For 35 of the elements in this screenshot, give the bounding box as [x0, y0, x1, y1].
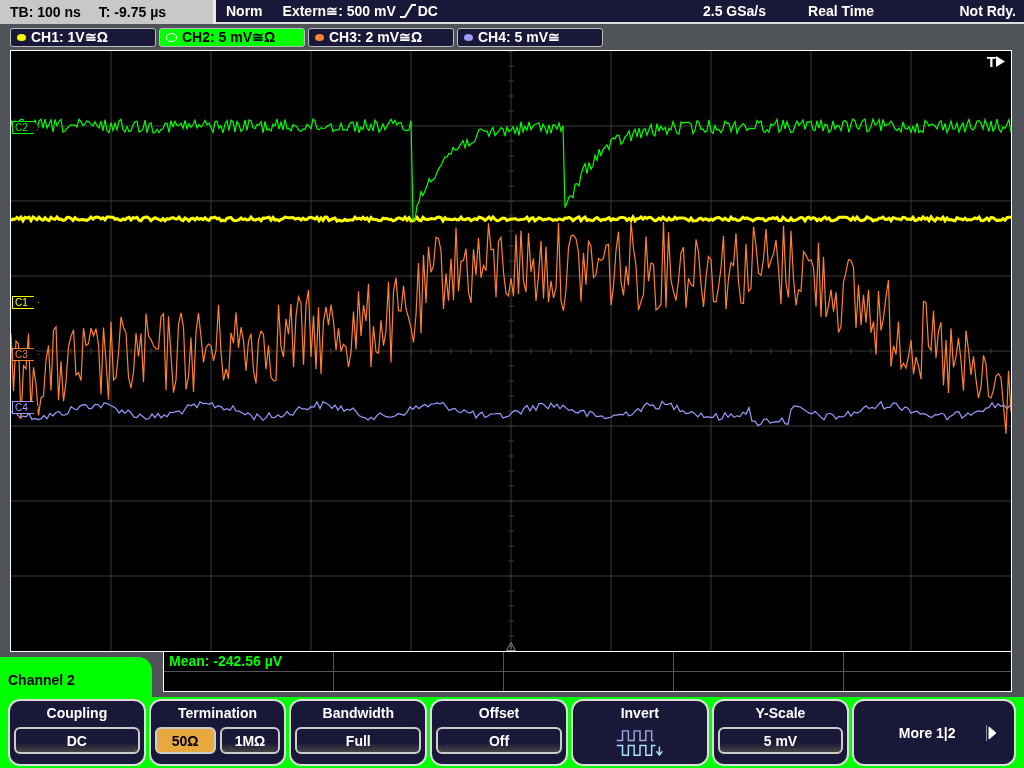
option-button[interactable]: 1MΩ	[219, 727, 281, 754]
more-softkey[interactable]: More 1|2	[852, 699, 1017, 766]
softkey-label: Coupling	[46, 705, 108, 721]
channel-tab[interactable]: CH2: 5 mV≅Ω	[159, 27, 305, 47]
rising-edge-icon	[398, 4, 417, 18]
softkey-label: Y-Scale	[755, 705, 806, 721]
softkey-label: Offset	[478, 705, 520, 721]
measurement-value: Mean: -242.56 µV	[168, 652, 284, 671]
channel-marker: C1	[12, 296, 39, 309]
channel-marker: C2	[12, 121, 39, 134]
channel-tab[interactable]: CH1: 1V≅Ω	[10, 27, 156, 47]
value-button[interactable]: DC	[14, 727, 140, 754]
trigger-coupling: DC	[417, 3, 438, 19]
softkey-label: Bandwidth	[322, 705, 395, 721]
option-button[interactable]: 50Ω	[154, 727, 216, 754]
sample-rate: 2.5 GSa/s	[701, 3, 766, 19]
value-button[interactable]: 5 mV	[717, 727, 844, 754]
channel-marker: C4	[12, 401, 39, 414]
arrow-icon	[985, 724, 996, 741]
channel-tab[interactable]: CH3: 2 mV≅Ω	[308, 27, 454, 47]
trigger-mode: Norm	[226, 3, 263, 19]
invert-softkey[interactable]: Invert	[570, 699, 709, 766]
value-button[interactable]: Off	[436, 727, 562, 754]
channel-marker: C3	[12, 348, 39, 361]
channel-tab[interactable]: CH4: 5 mV≅	[457, 27, 603, 47]
trigger-marker: T	[986, 53, 996, 70]
acquisition-state: Not Rdy.	[958, 3, 1017, 19]
value-button[interactable]: Full	[295, 727, 422, 754]
trigger-source: Extern≅: 500 mV	[282, 3, 396, 19]
trigger-time-readout: T: -9.75 µs	[98, 4, 167, 20]
softkey-label: Termination	[178, 705, 258, 721]
timebase-readout: TB: 100 ns	[10, 4, 81, 20]
acquisition-mode: Real Time	[807, 3, 875, 19]
arrow-icon	[996, 56, 1005, 67]
trigger-position-icon	[506, 642, 516, 651]
